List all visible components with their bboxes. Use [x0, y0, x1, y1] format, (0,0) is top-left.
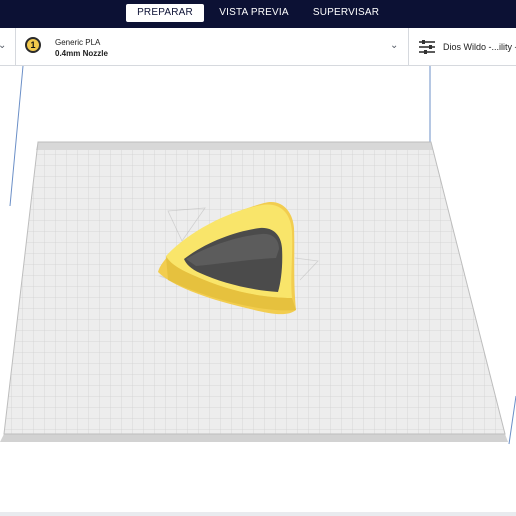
- material-bar: ⌄ 1 Generic PLA 0.4mm Nozzle ⌄ Dios Wild…: [0, 28, 516, 66]
- material-selector[interactable]: 1 Generic PLA 0.4mm Nozzle ⌄: [16, 28, 408, 65]
- footer-strip: [0, 512, 516, 516]
- sliders-icon: [419, 40, 435, 54]
- tab-supervisar[interactable]: SUPERVISAR: [306, 4, 386, 22]
- nozzle-name: 0.4mm Nozzle: [55, 49, 108, 58]
- build-volume-edge: [9, 66, 24, 207]
- build-volume-edge: [508, 395, 516, 445]
- top-navigation-bar: PREPARAR VISTA PREVIA SUPERVISAR: [0, 0, 516, 28]
- profile-name: Dios Wildo -...ility -: [443, 42, 516, 52]
- tab-vista-previa[interactable]: VISTA PREVIA: [216, 4, 292, 22]
- chevron-down-icon[interactable]: ⌄: [390, 40, 398, 51]
- build-volume-scene[interactable]: [0, 66, 516, 512]
- material-name: Generic PLA: [55, 38, 101, 47]
- tab-preparar[interactable]: PREPARAR: [126, 4, 204, 22]
- 3d-viewport[interactable]: [0, 66, 516, 512]
- extruder-badge: 1: [25, 37, 41, 53]
- print-settings-selector[interactable]: Dios Wildo -...ility -: [409, 28, 516, 65]
- chevron-down-icon[interactable]: ⌄: [0, 40, 6, 51]
